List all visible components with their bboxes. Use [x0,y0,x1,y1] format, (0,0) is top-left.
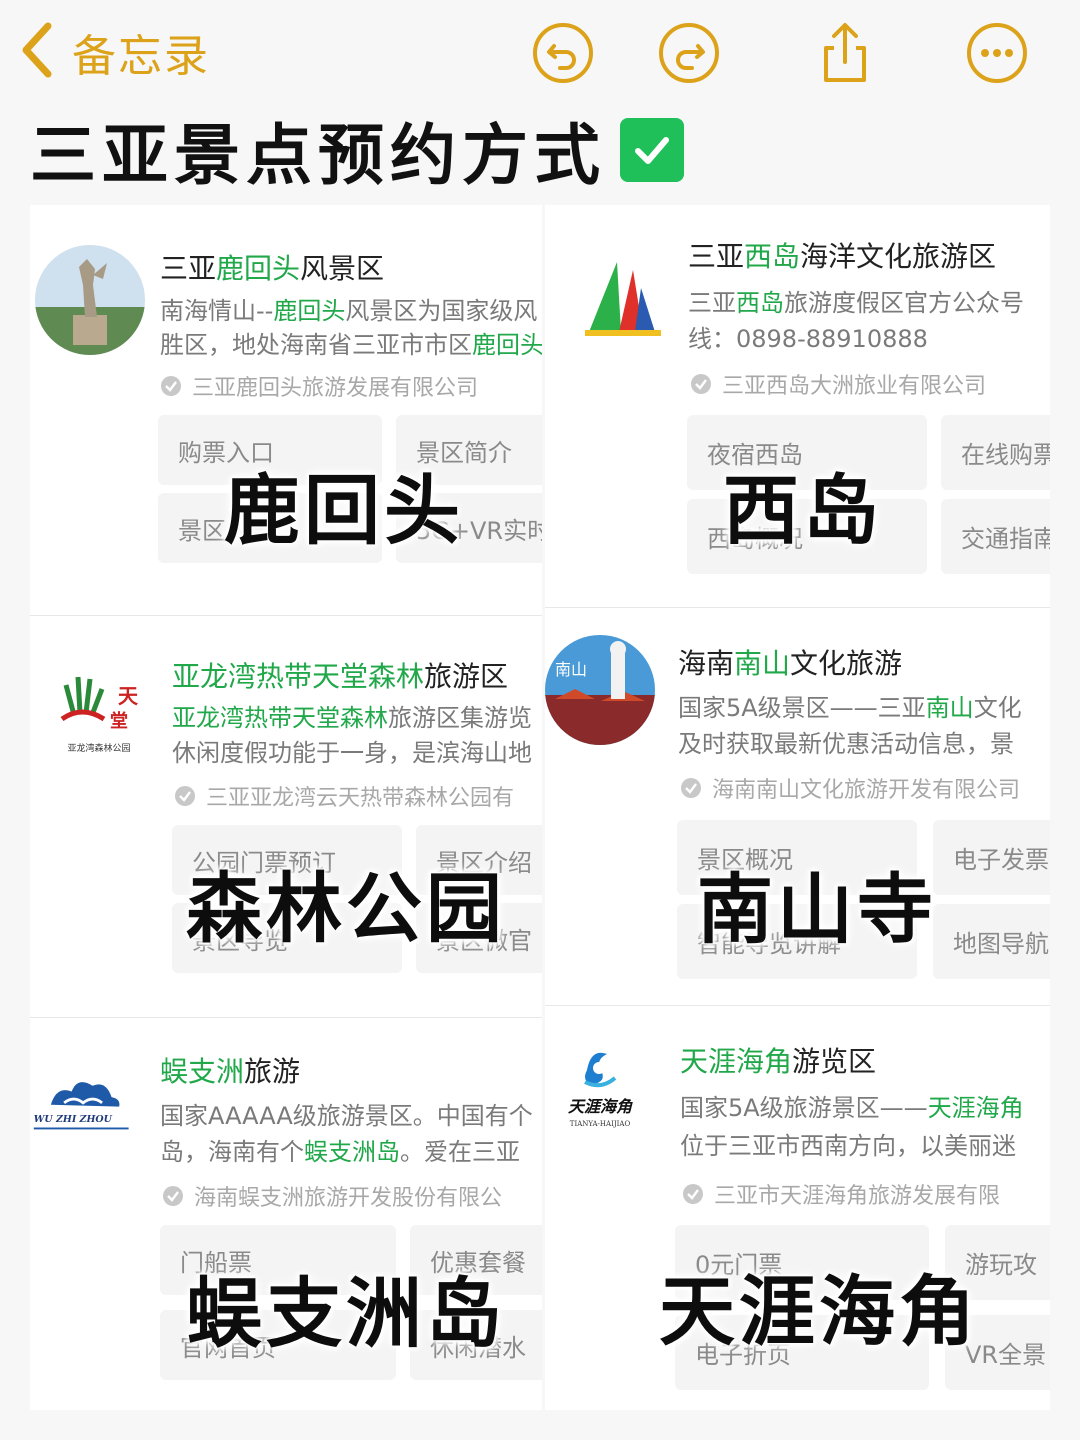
card-forest[interactable]: 天堂亚龙湾森林公园 亚龙湾热带天堂森林旅游区 亚龙湾热带天堂森林旅游区集游览 休… [30,625,542,1015]
card-desc-line2: 休闲度假功能于一身，是滨海山地 [172,739,532,767]
card-title[interactable]: 三亚鹿回头风景区 [160,247,384,287]
verified-label: 三亚鹿回头旅游发展有限公司 [160,370,478,402]
card-desc-line1: 南海情山--鹿回头风景区为国家级风 [160,297,538,325]
card-desc-line2: 岛，海南有个蜈支洲岛。爱在三亚 [160,1138,520,1166]
page-title-text: 三亚景点预约方式 [30,117,606,194]
verified-label: 海南蜈支洲旅游开发股份有限公 [162,1180,502,1212]
card-desc-line2: 及时获取最新优惠活动信息，景 [678,730,1014,758]
card-desc-line1: 亚龙湾热带天堂森林旅游区集游览 [172,704,532,732]
verified-badge-icon [690,373,712,395]
tianya-logo-icon: 天涯海角 TIANYA-HAIJIAO [545,1030,655,1140]
nav-bar: 备忘录 [0,0,1080,105]
card-divider [545,1005,1050,1006]
verified-label: 三亚亚龙湾云天热带森林公园有 [174,780,514,812]
forest-logo-icon: 天堂亚龙湾森林公园 [44,655,154,765]
verified-badge-icon [680,777,702,799]
nanshan-logo-icon: 南山 [545,635,655,745]
card-divider [30,1017,542,1018]
right-column: 三亚西岛海洋文化旅游区 三亚西岛旅游度假区官方公众号 线：0898-889108… [545,205,1050,1410]
wuzhizhou-logo-icon: WU ZHI ZHOU [30,1045,146,1155]
svg-text:堂: 堂 [110,710,128,732]
card-desc-line1: 国家5A级旅游景区——天涯海角 [680,1094,1024,1122]
card-desc-line2: 胜区，地处海南省三亚市市区鹿回头 [160,331,542,359]
card-title[interactable]: 三亚西岛海洋文化旅游区 [688,235,996,275]
nanshan-logo-caption: 南山 [555,660,587,679]
verified-label: 海南南山文化旅游开发有限公司 [680,772,1020,804]
redo-icon[interactable] [658,22,720,84]
card-title[interactable]: 蜈支洲旅游 [160,1050,300,1090]
card-button[interactable]: 地图导航 [933,904,1050,979]
verified-badge-icon [682,1183,704,1205]
card-tianya[interactable]: 天涯海角 TIANYA-HAIJIAO 天涯海角游览区 国家5A级旅游景区——天涯… [545,1010,1050,1410]
verified-badge-icon [162,1185,184,1207]
card-button[interactable]: 在线购票 [941,415,1050,490]
overlay-label: 南山寺 [697,865,937,954]
card-desc-line1: 三亚西岛旅游度假区官方公众号 [688,289,1024,317]
overlay-label: 天涯海角 [659,1267,979,1356]
card-wuzhizhou[interactable]: WU ZHI ZHOU 蜈支洲旅游 国家AAAAA级旅游景区。中国有个 岛，海南… [30,1020,542,1410]
card-divider [545,607,1050,608]
card-desc-line2: 位于三亚市西南方向，以美丽迷 [680,1132,1016,1160]
card-title[interactable]: 海南南山文化旅游 [678,642,902,682]
back-button[interactable]: 备忘录 [16,20,210,84]
check-icon [620,118,684,182]
card-button[interactable]: 交通指南 [941,499,1050,574]
overlay-label: 西岛 [723,466,883,555]
svg-text:天: 天 [118,684,139,708]
card-desc-line1: 国家AAAAA级旅游景区。中国有个 [160,1102,533,1130]
card-nanshan[interactable]: 南山 海南南山文化旅游 国家5A级景区——三亚南山文化 及时获取最新优惠活动信息… [545,610,1050,1005]
luhuitou-logo-icon [35,245,145,355]
card-desc-line1: 国家5A级景区——三亚南山文化 [678,694,1022,722]
card-divider [30,615,542,616]
undo-icon[interactable] [532,22,594,84]
verified-label: 三亚西岛大洲旅业有限公司 [690,368,986,400]
verified-badge-icon [174,785,196,807]
verified-badge-icon [160,375,182,397]
back-label: 备忘录 [72,31,210,82]
card-title[interactable]: 亚龙湾热带天堂森林旅游区 [172,655,508,695]
overlay-label: 森林公园 [186,864,506,953]
card-title[interactable]: 天涯海角游览区 [680,1040,876,1080]
page-title: 三亚景点预约方式 [30,110,684,194]
more-icon[interactable] [966,22,1028,84]
xidao-logo-icon [567,240,677,350]
card-xidao[interactable]: 三亚西岛海洋文化旅游区 三亚西岛旅游度假区官方公众号 线：0898-889108… [545,205,1050,605]
overlay-label: 蜈支洲岛 [186,1269,506,1358]
tianya-logo-caption: 天涯海角 [568,1097,633,1116]
card-luhuitou[interactable]: 三亚鹿回头风景区 南海情山--鹿回头风景区为国家级风 胜区，地处海南省三亚市市区… [30,205,542,605]
share-icon[interactable] [814,22,876,84]
left-column: 三亚鹿回头风景区 南海情山--鹿回头风景区为国家级风 胜区，地处海南省三亚市市区… [30,205,542,1410]
forest-logo-caption: 亚龙湾森林公园 [67,742,130,754]
card-button[interactable]: 电子发票 [933,820,1050,895]
wuzhizhou-logo-caption: WU ZHI ZHOU [34,1114,113,1125]
verified-label: 三亚市天涯海角旅游发展有限 [682,1178,1000,1210]
overlay-label: 鹿回头 [224,466,464,555]
card-desc-line2: 线：0898-88910888 [688,325,928,353]
chevron-left-icon [16,20,58,84]
tianya-logo-caption-en: TIANYA-HAIJIAO [570,1120,631,1128]
